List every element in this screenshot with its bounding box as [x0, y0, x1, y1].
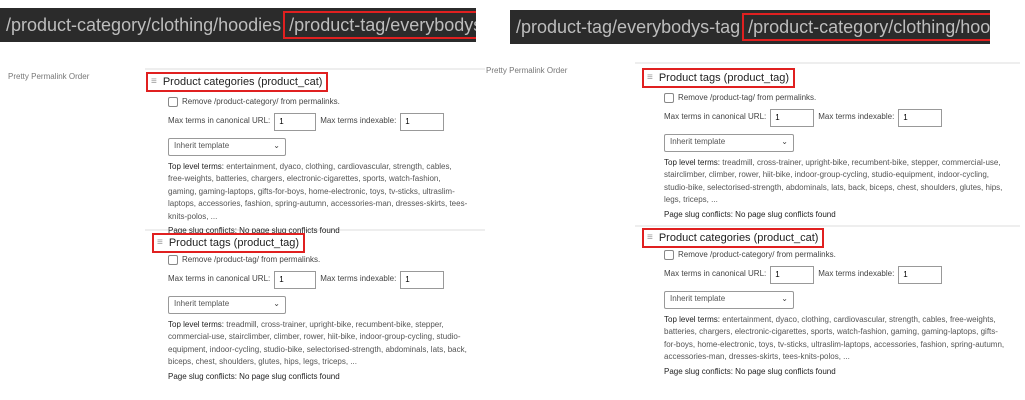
template-select[interactable]: Inherit template ⌄ [168, 137, 286, 156]
chevron-down-icon: ⌄ [273, 299, 280, 309]
permalink-section-product-tag: ≡ Product tags (product_tag) Remove /pro… [642, 68, 1008, 221]
divider [635, 225, 1020, 227]
conflicts-value: No page slug conflicts found [735, 366, 836, 376]
url-segment-category: /product-category/clothing/hoodies [6, 14, 282, 35]
chevron-down-icon: ⌄ [781, 294, 788, 304]
section-title: Product categories (product_cat) [658, 231, 819, 244]
remove-base-checkbox[interactable] [168, 97, 178, 108]
chevron-down-icon: ⌄ [273, 141, 280, 151]
remove-base-label: Remove /product-category/ from permalink… [182, 97, 340, 106]
section-title: Product tags (product_tag) [658, 71, 790, 84]
section-title-box: ≡ Product categories (product_cat) [146, 72, 329, 92]
divider [145, 68, 485, 70]
top-level-terms: Top level terms: entertainment, dyaco, c… [146, 161, 468, 224]
drag-handle-icon[interactable]: ≡ [647, 232, 653, 245]
template-select-value: Inherit template [174, 299, 230, 309]
section-title-box: ≡ Product categories (product_cat) [642, 228, 825, 248]
max-canonical-input[interactable] [770, 108, 815, 127]
max-canonical-input[interactable] [770, 265, 815, 284]
max-indexable-label: Max terms indexable: [320, 116, 397, 126]
page-slug-conflicts: Page slug conflicts: No page slug confli… [152, 371, 470, 384]
drag-handle-icon[interactable]: ≡ [157, 237, 163, 250]
max-canonical-label: Max terms in canonical URL: [664, 269, 767, 279]
max-indexable-input[interactable] [898, 265, 943, 284]
max-indexable-label: Max terms indexable: [818, 269, 895, 279]
remove-base-label: Remove /product-tag/ from permalinks. [678, 93, 817, 102]
remove-base-label: Remove /product-tag/ from permalinks. [182, 255, 321, 264]
max-canonical-input[interactable] [274, 112, 317, 131]
max-canonical-label: Max terms in canonical URL: [664, 112, 767, 122]
drag-handle-icon[interactable]: ≡ [151, 76, 157, 89]
drag-handle-icon[interactable]: ≡ [647, 72, 653, 85]
url-segment-category: /product-category/clothing/hoodies [748, 16, 990, 37]
permalink-section-product-tag: ≡ Product tags (product_tag) Remove /pro… [152, 233, 470, 383]
section-title: Product categories (product_cat) [162, 75, 323, 88]
row-label-left: Pretty Permalink Order [8, 72, 90, 81]
max-canonical-label: Max terms in canonical URL: [168, 274, 271, 284]
conflicts-label: Page slug conflicts: [168, 371, 237, 381]
template-select-value: Inherit template [670, 294, 726, 304]
max-indexable-input[interactable] [400, 112, 445, 131]
max-canonical-label: Max terms in canonical URL: [168, 116, 271, 126]
divider [635, 62, 1020, 64]
max-indexable-input[interactable] [400, 270, 445, 289]
top-level-terms-label: Top level terms: [168, 161, 225, 171]
chevron-down-icon: ⌄ [781, 137, 788, 147]
page-slug-conflicts: Page slug conflicts: No page slug confli… [642, 366, 1008, 379]
conflicts-value: No page slug conflicts found [735, 209, 836, 219]
top-level-terms: Top level terms: treadmill, cross-traine… [642, 157, 1008, 207]
url-segment-tag-highlight: /product-tag/everybodys-tag/ [283, 11, 476, 39]
section-title-box: ≡ Product tags (product_tag) [642, 68, 796, 88]
template-select-value: Inherit template [174, 141, 230, 151]
top-level-terms-label: Top level terms: [664, 157, 721, 167]
url-segment-category-highlight: /product-category/clothing/hoodies [742, 13, 990, 41]
template-select[interactable]: Inherit template ⌄ [664, 290, 794, 309]
template-select[interactable]: Inherit template ⌄ [168, 295, 286, 314]
conflicts-value: No page slug conflicts found [239, 371, 340, 381]
conflicts-label: Page slug conflicts: [664, 366, 733, 376]
conflicts-label: Page slug conflicts: [664, 209, 733, 219]
top-level-terms: Top level terms: entertainment, dyaco, c… [642, 314, 1008, 364]
row-label-right: Pretty Permalink Order [486, 66, 568, 75]
max-canonical-input[interactable] [274, 270, 317, 289]
remove-base-checkbox[interactable] [664, 93, 674, 104]
url-segment-tag: /product-tag/everybodys-tag [516, 16, 741, 37]
template-select-value: Inherit template [670, 137, 726, 147]
permalink-section-product-cat: ≡ Product categories (product_cat) Remov… [146, 72, 468, 238]
section-title: Product tags (product_tag) [168, 236, 300, 249]
url-bar-right: /product-tag/everybodys-tag /product-cat… [510, 10, 990, 44]
top-level-terms-label: Top level terms: [664, 314, 721, 324]
top-level-terms: Top level terms: treadmill, cross-traine… [152, 319, 470, 369]
section-title-box: ≡ Product tags (product_tag) [152, 233, 306, 253]
remove-base-label: Remove /product-category/ from permalink… [678, 250, 836, 259]
url-segment-tag: /product-tag/everybodys-tag/ [289, 14, 476, 35]
top-level-terms-label: Top level terms: [168, 319, 225, 329]
url-bar-left: /product-category/clothing/hoodies /prod… [0, 8, 476, 42]
max-indexable-label: Max terms indexable: [818, 112, 895, 122]
page-slug-conflicts: Page slug conflicts: No page slug confli… [642, 209, 1008, 222]
remove-base-checkbox[interactable] [664, 250, 674, 261]
remove-base-checkbox[interactable] [168, 255, 178, 266]
permalink-section-product-cat: ≡ Product categories (product_cat) Remov… [642, 228, 1008, 378]
max-indexable-label: Max terms indexable: [320, 274, 397, 284]
template-select[interactable]: Inherit template ⌄ [664, 133, 794, 152]
max-indexable-input[interactable] [898, 108, 943, 127]
